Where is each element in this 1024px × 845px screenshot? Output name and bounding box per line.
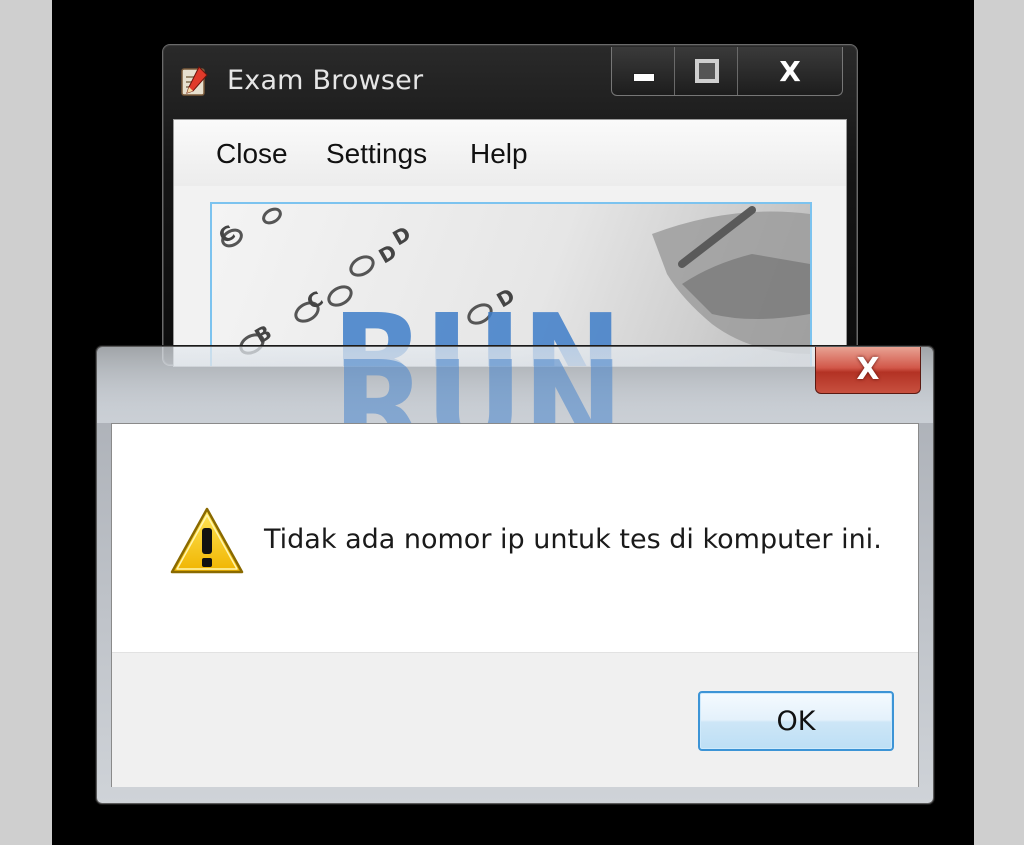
caption-buttons: X bbox=[611, 47, 843, 96]
window-close-button[interactable]: X bbox=[738, 47, 842, 95]
bubble-label: C bbox=[303, 286, 328, 314]
message-area: Tidak ada nomor ip untuk tes di komputer… bbox=[112, 424, 918, 652]
minimize-icon bbox=[633, 73, 655, 82]
dialog-button-area: OK bbox=[112, 652, 918, 787]
ok-button[interactable]: OK bbox=[698, 691, 894, 751]
close-icon: X bbox=[856, 352, 880, 387]
exam-banner-image: C D C D B D RUN bbox=[210, 202, 812, 366]
exam-pencil-icon bbox=[181, 66, 208, 96]
window-title: Exam Browser bbox=[227, 65, 424, 96]
dialog-title-bar: RUN bbox=[97, 347, 933, 423]
dialog-glass-reflection: RUN bbox=[97, 347, 933, 423]
menu-bar: Close Settings Help bbox=[174, 120, 846, 186]
close-icon: X bbox=[779, 55, 801, 88]
warning-icon bbox=[170, 507, 244, 574]
menu-item-settings[interactable]: Settings bbox=[326, 138, 427, 170]
answer-sheet-illustration: C D C D B D RUN bbox=[215, 206, 810, 366]
window-client-area: Close Settings Help C D C D B D RUN bbox=[173, 119, 847, 367]
dialog-body: Tidak ada nomor ip untuk tes di komputer… bbox=[111, 423, 919, 787]
exam-browser-window: Exam Browser X Close Settings Help C D C… bbox=[162, 44, 858, 367]
maximize-icon bbox=[695, 59, 719, 83]
bubble-label: B bbox=[251, 320, 276, 348]
warning-dialog: RUN X Tidak ada nomor ip untuk tes di ko… bbox=[96, 346, 934, 804]
maximize-button[interactable] bbox=[675, 47, 738, 95]
desktop: Exam Browser X Close Settings Help C D C… bbox=[52, 0, 974, 845]
minimize-button[interactable] bbox=[612, 47, 675, 95]
dialog-close-button[interactable]: X bbox=[815, 347, 921, 394]
menu-item-close[interactable]: Close bbox=[216, 138, 288, 170]
dialog-message: Tidak ada nomor ip untuk tes di komputer… bbox=[264, 524, 882, 555]
svg-text:RUN: RUN bbox=[333, 347, 623, 423]
menu-item-help[interactable]: Help bbox=[470, 138, 528, 170]
